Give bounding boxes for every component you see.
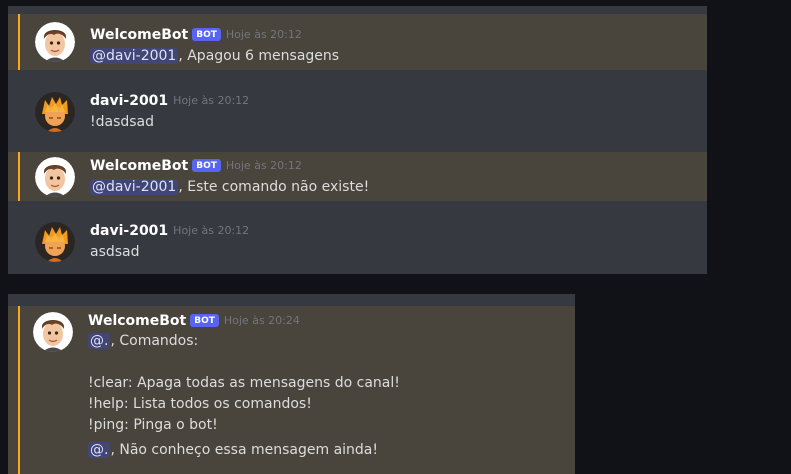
message-content: @., Comandos: !clear: Apaga todas as men… — [88, 331, 400, 461]
timestamp[interactable]: Hoje às 20:12 — [226, 159, 302, 172]
author-name[interactable]: davi-2001 — [90, 223, 168, 239]
author-name[interactable]: davi-2001 — [90, 93, 168, 109]
author-name[interactable]: WelcomeBot — [90, 158, 188, 174]
memoji-avatar-icon[interactable] — [35, 157, 75, 197]
author-name[interactable]: WelcomeBot — [90, 27, 188, 43]
timestamp[interactable]: Hoje às 20:12 — [173, 224, 249, 237]
bot-tag: BOT — [192, 28, 221, 41]
author-name[interactable]: WelcomeBot — [88, 313, 186, 329]
message-content: !dasdsad — [90, 114, 155, 130]
timestamp[interactable]: Hoje às 20:12 — [226, 28, 302, 41]
command-line: !ping: Pinga o bot! — [88, 417, 218, 433]
chat-panel-bottom: WelcomeBot BOT Hoje às 20:24 @., Comandos:… — [8, 294, 575, 474]
chat-panel-top: WelcomeBot BOT Hoje às 20:12 @davi-2001, A… — [8, 6, 707, 274]
user-mention[interactable]: @. — [88, 333, 111, 349]
anime-avatar-icon[interactable] — [35, 92, 75, 132]
memoji-avatar-icon[interactable] — [35, 22, 75, 62]
message-item[interactable]: WelcomeBot BOT Hoje às 20:12 @davi-2001, A… — [8, 14, 707, 70]
message-content: @davi-2001, Apagou 6 mensagens — [90, 46, 339, 67]
timestamp[interactable]: Hoje às 20:24 — [224, 314, 300, 327]
message-text: , Este comando não existe! — [178, 179, 370, 195]
message-text: , Não conheço essa mensagem ainda! — [110, 442, 378, 458]
message-item[interactable]: WelcomeBot BOT Hoje às 20:12 @davi-2001, E… — [8, 152, 707, 201]
anime-avatar-icon[interactable] — [35, 222, 75, 262]
timestamp[interactable]: Hoje às 20:12 — [173, 94, 249, 107]
message-text: , Comandos: — [110, 333, 199, 349]
user-mention[interactable]: @. — [88, 442, 111, 458]
bot-tag: BOT — [192, 159, 221, 172]
bot-tag: BOT — [190, 314, 219, 327]
command-line: !help: Lista todos os comandos! — [88, 396, 312, 412]
command-line: !clear: Apaga todas as mensagens do cana… — [88, 375, 400, 391]
memoji-avatar-icon[interactable] — [33, 312, 73, 352]
user-mention[interactable]: @davi-2001 — [90, 48, 179, 64]
user-mention[interactable]: @davi-2001 — [90, 179, 179, 195]
message-item[interactable]: davi-2001 Hoje às 20:12 asdsad — [8, 216, 707, 270]
message-item[interactable]: davi-2001 Hoje às 20:12 !dasdsad — [8, 86, 707, 140]
message-item[interactable]: WelcomeBot BOT Hoje às 20:24 @., Comandos:… — [8, 306, 575, 474]
message-content: @davi-2001, Este comando não existe! — [90, 177, 369, 198]
message-text: , Apagou 6 mensagens — [178, 48, 340, 64]
message-content: asdsad — [90, 244, 140, 260]
